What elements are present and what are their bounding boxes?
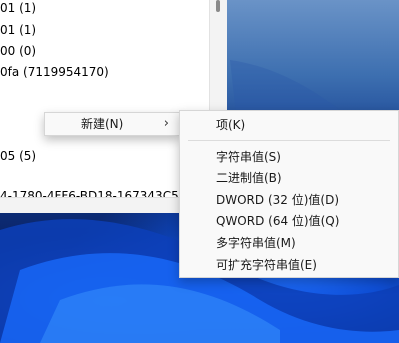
- menu-separator: [188, 140, 390, 141]
- menu-item-binary-value[interactable]: 二进制值(B): [180, 167, 398, 189]
- menu-item-new[interactable]: 新建(N) ›: [45, 113, 179, 135]
- registry-value-data[interactable]: 0fa (7119954170): [0, 65, 109, 79]
- scrollbar-thumb[interactable]: [216, 0, 220, 12]
- registry-value-data[interactable]: 01 (1): [0, 1, 36, 15]
- new-submenu: 项(K) 字符串值(S) 二进制值(B) DWORD (32 位)值(D) QW…: [179, 110, 399, 278]
- menu-item-string-value[interactable]: 字符串值(S): [180, 146, 398, 168]
- menu-item-dword-value[interactable]: DWORD (32 位)值(D): [180, 189, 398, 211]
- menu-item-qword-value-label: QWORD (64 位)值(Q): [216, 214, 340, 228]
- menu-item-string-value-label: 字符串值(S): [216, 150, 281, 164]
- registry-value-data[interactable]: 01 (1): [0, 23, 36, 37]
- menu-item-dword-value-label: DWORD (32 位)值(D): [216, 193, 339, 207]
- menu-item-binary-value-label: 二进制值(B): [216, 171, 282, 185]
- menu-item-key-label: 项(K): [216, 118, 246, 132]
- chevron-right-icon: ›: [163, 116, 169, 131]
- menu-item-multi-string-value-label: 多字符串值(M): [216, 236, 296, 250]
- registry-value-data[interactable]: 05 (5): [0, 149, 36, 163]
- menu-item-expandable-string-value-label: 可扩充字符串值(E): [216, 258, 317, 272]
- menu-item-multi-string-value[interactable]: 多字符串值(M): [180, 232, 398, 254]
- menu-item-qword-value[interactable]: QWORD (64 位)值(Q): [180, 210, 398, 232]
- registry-value-data[interactable]: 00 (0): [0, 44, 36, 58]
- menu-item-expandable-string-value[interactable]: 可扩充字符串值(E): [180, 254, 398, 276]
- menu-item-key[interactable]: 项(K): [180, 114, 398, 136]
- menu-item-new-label: 新建(N): [81, 117, 124, 131]
- context-menu: 新建(N) ›: [44, 112, 180, 136]
